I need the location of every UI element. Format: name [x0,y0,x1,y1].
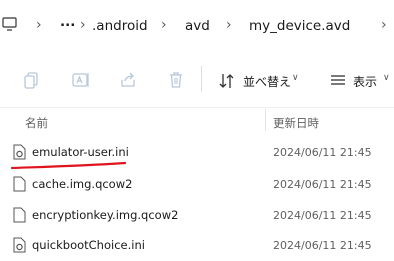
chevron-right-icon[interactable]: › [80,17,86,33]
list-view-icon [331,75,345,85]
settings-file-icon [13,144,26,160]
copy-icon[interactable] [22,70,42,90]
chevron-right-icon[interactable]: › [226,17,232,33]
chevron-right-icon[interactable]: › [381,17,387,33]
breadcrumb-overflow[interactable]: ... [60,14,75,30]
view-label: 表示 [353,75,378,89]
chevron-down-icon: ∨ [383,73,390,83]
file-modified: 2024/06/11 21:45 [273,146,372,159]
file-modified: 2024/06/11 21:45 [273,239,372,252]
header-divider [0,107,394,108]
file-name: quickbootChoice.ini [32,238,145,252]
chevron-right-icon[interactable]: › [36,17,42,33]
column-header-name[interactable]: 名前 [25,115,48,131]
file-name: encryptionkey.img.qcow2 [32,208,179,222]
toolbar-divider [201,66,202,92]
chevron-down-icon: ∨ [292,73,299,83]
share-icon[interactable] [118,70,138,90]
rename-icon[interactable] [71,70,91,90]
delete-icon[interactable] [166,70,186,90]
file-modified: 2024/06/11 21:45 [273,178,372,191]
file-modified: 2024/06/11 21:45 [273,209,372,222]
sort-icon [219,74,234,88]
computer-icon[interactable] [2,17,17,31]
chevron-right-icon[interactable]: › [161,17,167,33]
file-name: emulator-user.ini [32,145,129,159]
breadcrumb-android[interactable]: .android [92,18,148,34]
column-header-modified[interactable]: 更新日時 [273,115,319,131]
sort-label: 並べ替え [243,75,292,89]
settings-file-icon [13,237,26,253]
file-icon [13,207,26,223]
file-icon [13,176,26,192]
red-underline-annotation [10,161,127,170]
breadcrumb-my-device-avd[interactable]: my_device.avd [249,18,350,34]
breadcrumb-avd[interactable]: avd [185,18,210,34]
file-name: cache.img.qcow2 [32,177,133,191]
column-resizer[interactable] [265,109,266,131]
